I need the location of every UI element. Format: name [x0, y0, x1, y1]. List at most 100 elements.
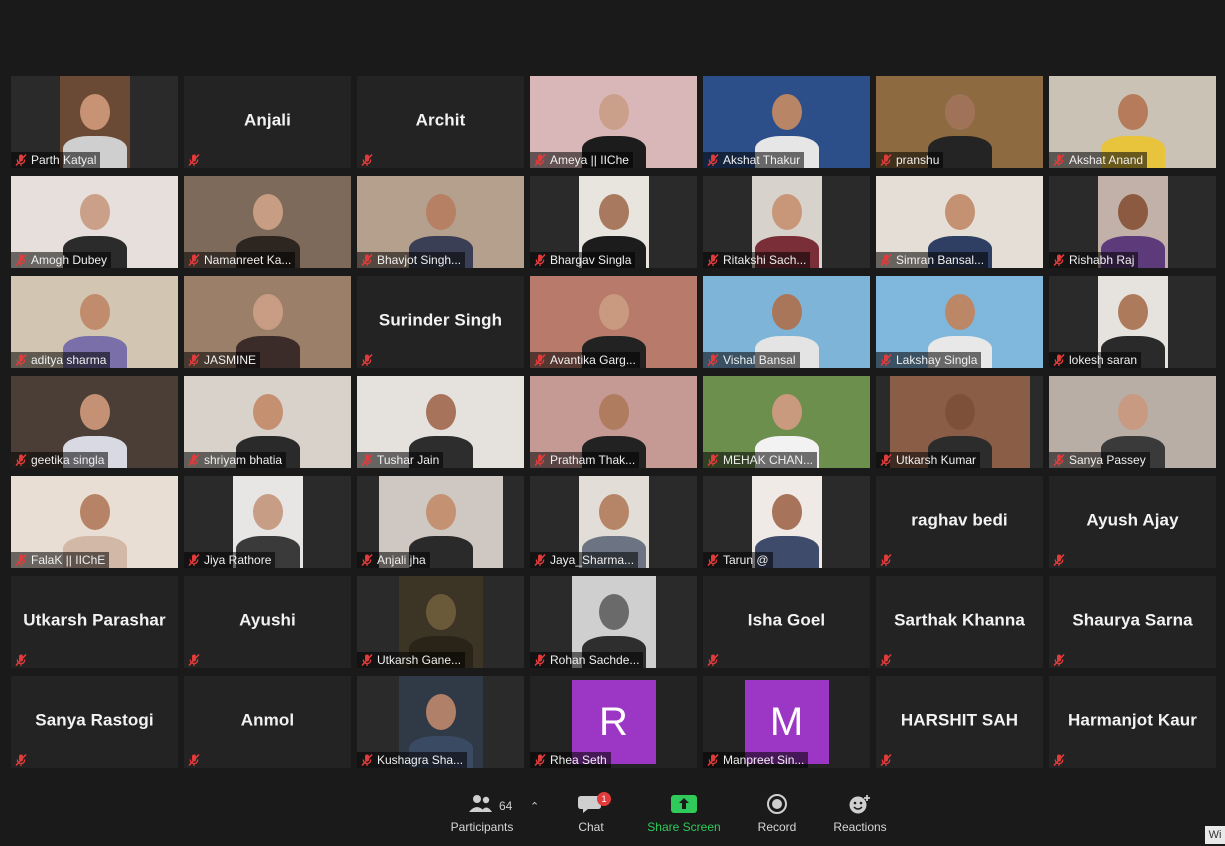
- participant-name-bar: MEHAK CHAN...: [703, 452, 818, 468]
- microphone-muted-icon: [1053, 753, 1065, 767]
- share-screen-label: Share Screen: [647, 820, 721, 834]
- participant-tile[interactable]: Ritakshi Sach...: [703, 176, 870, 268]
- participant-name-bar: [11, 652, 35, 668]
- participant-display-name: Ayush Ajay: [1086, 510, 1179, 530]
- participant-name-bar: [184, 652, 208, 668]
- reactions-button[interactable]: Reactions: [826, 794, 894, 834]
- participant-tile[interactable]: Sarthak Khanna: [876, 576, 1043, 668]
- microphone-muted-icon: [880, 453, 892, 467]
- participant-name-bar: Amogh Dubey: [11, 252, 112, 268]
- participant-tile[interactable]: Ayush Ajay: [1049, 476, 1216, 568]
- participant-tile[interactable]: raghav bedi: [876, 476, 1043, 568]
- participant-tile[interactable]: Sanya Rastogi: [11, 676, 178, 768]
- participant-name: JASMINE: [204, 353, 257, 367]
- microphone-muted-icon: [534, 653, 546, 667]
- participant-tile[interactable]: aditya sharma: [11, 276, 178, 368]
- participant-display-name: HARSHIT SAH: [900, 710, 1019, 730]
- participant-name: shriyam bhatia: [204, 453, 283, 467]
- participant-tile[interactable]: FalaK || IIChE: [11, 476, 178, 568]
- participant-tile[interactable]: Bhargav Singla: [530, 176, 697, 268]
- participant-tile[interactable]: Ayushi: [184, 576, 351, 668]
- participant-tile[interactable]: Archit: [357, 76, 524, 168]
- participant-tile[interactable]: Pratham Thak...: [530, 376, 697, 468]
- participant-tile[interactable]: JASMINE: [184, 276, 351, 368]
- participant-tile[interactable]: Jaya_Sharma...: [530, 476, 697, 568]
- participant-tile[interactable]: R Rhea Seth: [530, 676, 697, 768]
- chat-label: Chat: [578, 820, 604, 834]
- participant-tile[interactable]: Anmol: [184, 676, 351, 768]
- participant-tile[interactable]: lokesh saran: [1049, 276, 1216, 368]
- participant-tile[interactable]: Harmanjot Kaur: [1049, 676, 1216, 768]
- microphone-muted-icon: [534, 353, 546, 367]
- participant-tile[interactable]: Amogh Dubey: [11, 176, 178, 268]
- participant-tile[interactable]: Akshat Anand: [1049, 76, 1216, 168]
- participant-tile[interactable]: Anjali jha: [357, 476, 524, 568]
- participant-tile[interactable]: shriyam bhatia: [184, 376, 351, 468]
- participant-tile[interactable]: Surinder Singh: [357, 276, 524, 368]
- microphone-muted-icon: [707, 553, 719, 567]
- participant-tile[interactable]: Shaurya Sarna: [1049, 576, 1216, 668]
- participant-name-bar: Rohan Sachde...: [530, 652, 644, 668]
- record-icon: [767, 794, 787, 814]
- participant-tile[interactable]: Isha Goel: [703, 576, 870, 668]
- participant-name-bar: Namanreet Ka...: [184, 252, 296, 268]
- participant-tile[interactable]: Ameya || IIChe: [530, 76, 697, 168]
- chevron-up-icon[interactable]: ⌃: [530, 800, 539, 813]
- microphone-muted-icon: [15, 253, 27, 267]
- participant-tile[interactable]: Utkarsh Parashar: [11, 576, 178, 668]
- participant-name-bar: Rishabh Raj: [1049, 252, 1139, 268]
- share-screen-button[interactable]: Share Screen: [640, 794, 728, 834]
- participant-tile[interactable]: Tarun @: [703, 476, 870, 568]
- participant-tile[interactable]: Simran Bansal...: [876, 176, 1043, 268]
- participant-name-bar: [1049, 552, 1073, 568]
- microphone-muted-icon: [188, 153, 200, 167]
- participant-tile[interactable]: M Manpreet Sin...: [703, 676, 870, 768]
- share-screen-icon: [671, 795, 697, 813]
- participant-tile[interactable]: Bhavjot Singh...: [357, 176, 524, 268]
- participant-tile[interactable]: Parth Katyal: [11, 76, 178, 168]
- participant-name: pranshu: [896, 153, 940, 167]
- participant-tile[interactable]: pranshu: [876, 76, 1043, 168]
- participant-name-bar: Jiya Rathore: [184, 552, 276, 568]
- microphone-muted-icon: [1053, 553, 1065, 567]
- participant-display-name: Harmanjot Kaur: [1068, 710, 1197, 730]
- microphone-muted-icon: [15, 453, 27, 467]
- microphone-muted-icon: [1053, 153, 1065, 167]
- participant-name-bar: lokesh saran: [1049, 352, 1142, 368]
- participant-display-name: Isha Goel: [747, 610, 826, 630]
- participant-tile[interactable]: Sanya Passey: [1049, 376, 1216, 468]
- microphone-muted-icon: [707, 653, 719, 667]
- participant-name-bar: Simran Bansal...: [876, 252, 989, 268]
- participant-tile[interactable]: Rohan Sachde...: [530, 576, 697, 668]
- corner-tag: Wi: [1205, 826, 1225, 844]
- microphone-muted-icon: [361, 353, 373, 367]
- participant-tile[interactable]: Lakshay Singla: [876, 276, 1043, 368]
- microphone-muted-icon: [188, 453, 200, 467]
- microphone-muted-icon: [1053, 453, 1065, 467]
- participant-tile[interactable]: geetika singla: [11, 376, 178, 468]
- participant-tile[interactable]: Tushar Jain: [357, 376, 524, 468]
- participant-name: Rhea Seth: [550, 753, 607, 767]
- participant-tile[interactable]: Utkarsh Kumar: [876, 376, 1043, 468]
- microphone-muted-icon: [15, 153, 27, 167]
- microphone-muted-icon: [880, 353, 892, 367]
- participant-tile[interactable]: Akshat Thakur: [703, 76, 870, 168]
- record-button[interactable]: Record: [750, 794, 804, 834]
- participant-name-bar: geetika singla: [11, 452, 109, 468]
- participant-name-bar: Sanya Passey: [1049, 452, 1150, 468]
- participant-tile[interactable]: Jiya Rathore: [184, 476, 351, 568]
- participant-name-bar: Tarun @: [703, 552, 773, 568]
- participant-display-name: Anjali: [244, 110, 291, 130]
- participant-tile[interactable]: Namanreet Ka...: [184, 176, 351, 268]
- participant-tile[interactable]: Rishabh Raj: [1049, 176, 1216, 268]
- participant-tile[interactable]: Anjali: [184, 76, 351, 168]
- microphone-muted-icon: [880, 253, 892, 267]
- participant-tile[interactable]: MEHAK CHAN...: [703, 376, 870, 468]
- participant-tile[interactable]: Utkarsh Gane...: [357, 576, 524, 668]
- participant-name: Anjali jha: [377, 553, 426, 567]
- participant-tile[interactable]: Kushagra Sha...: [357, 676, 524, 768]
- participant-tile[interactable]: Avantika Garg...: [530, 276, 697, 368]
- microphone-muted-icon: [880, 753, 892, 767]
- participant-tile[interactable]: Vishal Bansal: [703, 276, 870, 368]
- participant-tile[interactable]: HARSHIT SAH: [876, 676, 1043, 768]
